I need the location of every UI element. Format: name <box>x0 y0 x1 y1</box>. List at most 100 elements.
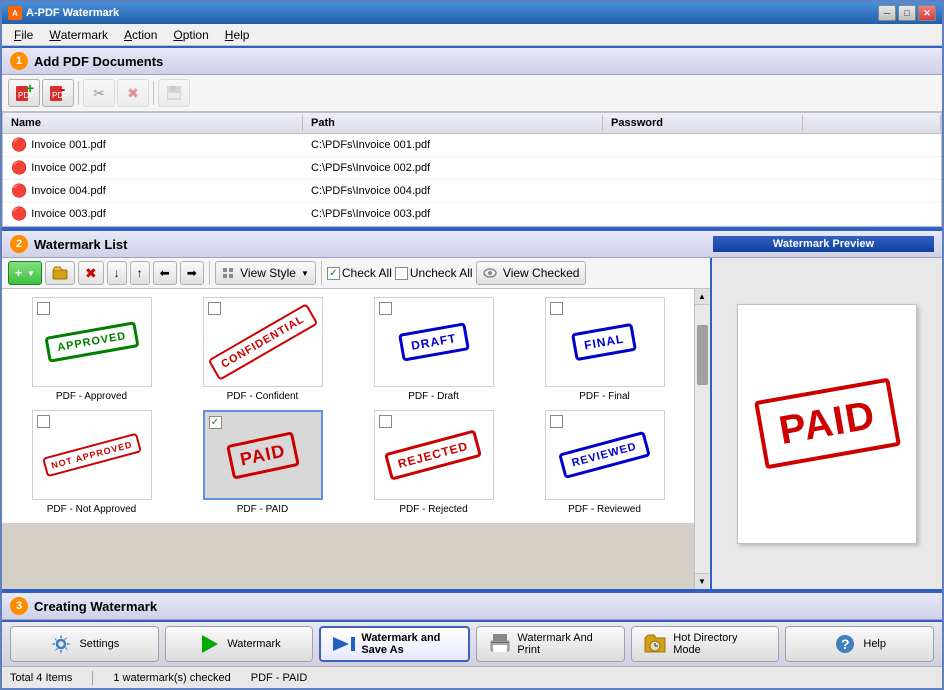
close-button[interactable]: ✕ <box>918 5 936 21</box>
scroll-thumb[interactable] <box>697 325 708 385</box>
watermark-paid-preview[interactable]: PAID <box>203 410 323 500</box>
status-selected-info: PDF - PAID <box>251 672 308 684</box>
list-item[interactable]: Confidential PDF - Confident <box>181 297 344 402</box>
watermark-print-label: Watermark And Print <box>517 632 611 656</box>
watermark-save-as-button[interactable]: Watermark and Save As <box>319 626 470 662</box>
wm-checkbox-draft[interactable] <box>379 302 392 315</box>
watermark-button[interactable]: Watermark <box>165 626 314 662</box>
section2-title: Watermark List <box>34 237 127 252</box>
col-password: Password <box>603 115 803 131</box>
minimize-button[interactable]: ─ <box>878 5 896 21</box>
table-row[interactable]: 🔴Invoice 001.pdf C:\PDFs\Invoice 001.pdf <box>3 134 941 157</box>
move-down-button[interactable]: ↓ <box>107 261 127 285</box>
wm-checkbox-reviewed[interactable] <box>550 415 563 428</box>
hot-directory-label: Hot Directory Mode <box>673 632 766 656</box>
table-row[interactable]: 🔴Invoice 002.pdf C:\PDFs\Invoice 002.pdf <box>3 157 941 180</box>
list-item[interactable]: Reviewed PDF - Reviewed <box>523 410 686 515</box>
watermark-rejected-preview[interactable]: Rejected <box>374 410 494 500</box>
settings-button[interactable]: Settings <box>10 626 159 662</box>
menu-bar: File Watermark Action Option Help <box>2 24 942 46</box>
view-style-button[interactable]: View Style <box>215 261 316 285</box>
uncheck-all-container: Uncheck All <box>395 266 473 280</box>
save-arrow-icon <box>333 632 355 656</box>
check-all-checkbox[interactable] <box>327 267 340 280</box>
file-pass-1 <box>603 135 803 155</box>
watermark-reviewed-preview[interactable]: Reviewed <box>545 410 665 500</box>
list-item[interactable]: Approved PDF - Approved <box>10 297 173 402</box>
list-item[interactable]: Final PDF - Final <box>523 297 686 402</box>
watermark-toolbar: + ✖ ↓ ↑ ⬅ ➡ View Style <box>2 258 710 289</box>
window-title: A-PDF Watermark <box>26 7 119 19</box>
wm-checkbox-rejected[interactable] <box>379 415 392 428</box>
table-row[interactable]: 🔴Invoice 004.pdf C:\PDFs\Invoice 004.pdf <box>3 180 941 203</box>
uncheck-all-checkbox[interactable] <box>395 267 408 280</box>
section3-title: Creating Watermark <box>34 599 157 614</box>
wm-checkbox-paid[interactable] <box>209 416 222 429</box>
watermark-scroll-area: Approved PDF - Approved Confidential <box>2 289 710 589</box>
confidential-stamp: Confidential <box>207 303 318 381</box>
file-path-1: C:\PDFs\Invoice 001.pdf <box>303 135 603 155</box>
list-item[interactable]: NOT APPROVED PDF - Not Approved <box>10 410 173 515</box>
scroll-up-button[interactable]: ▲ <box>695 289 709 305</box>
section3-number: 3 <box>10 597 28 615</box>
scroll-down-button[interactable]: ▼ <box>695 573 709 589</box>
delete-watermark-button[interactable]: ✖ <box>78 261 104 285</box>
wm-sep-2 <box>321 261 322 285</box>
col-name: Name <box>3 115 303 131</box>
add-pdf-button[interactable]: PDF+ <box>8 79 40 107</box>
watermark-approved-preview[interactable]: Approved <box>32 297 152 387</box>
view-checked-button[interactable]: View Checked <box>476 261 587 285</box>
menu-help[interactable]: Help <box>217 24 258 45</box>
wm-checkbox-notapproved[interactable] <box>37 415 50 428</box>
section1-title: Add PDF Documents <box>34 54 163 69</box>
list-item[interactable]: Rejected PDF - Rejected <box>352 410 515 515</box>
table-row[interactable]: 🔴Invoice 003.pdf C:\PDFs\Invoice 003.pdf <box>3 203 941 226</box>
scrollbar[interactable]: ▲ ▼ <box>694 289 710 589</box>
wm-sep-1 <box>209 261 210 285</box>
wm-checkbox-approved[interactable] <box>37 302 50 315</box>
notapproved-label: PDF - Not Approved <box>47 504 136 515</box>
add-watermark-button[interactable]: + <box>8 261 42 285</box>
file-pass-2 <box>603 158 803 178</box>
open-watermark-button[interactable] <box>45 261 75 285</box>
file-name-4: 🔴Invoice 003.pdf <box>3 204 303 224</box>
check-all-label[interactable]: Check All <box>342 266 392 280</box>
watermark-final-preview[interactable]: Final <box>545 297 665 387</box>
section1-header: 1 Add PDF Documents <box>2 46 942 75</box>
watermark-confidential-preview[interactable]: Confidential <box>203 297 323 387</box>
help-button[interactable]: ? Help <box>785 626 934 662</box>
col-extra <box>803 115 941 131</box>
wm-checkbox-final[interactable] <box>550 302 563 315</box>
status-separator-1 <box>92 671 93 685</box>
file-path-2: C:\PDFs\Invoice 002.pdf <box>303 158 603 178</box>
export-button[interactable]: ➡ <box>180 261 204 285</box>
uncheck-all-label[interactable]: Uncheck All <box>410 266 473 280</box>
menu-action[interactable]: Action <box>116 24 165 45</box>
remove-pdf-button[interactable]: PDF- <box>42 79 74 107</box>
watermark-print-button[interactable]: Watermark And Print <box>476 626 625 662</box>
menu-file[interactable]: File <box>6 24 41 45</box>
list-item[interactable]: Draft PDF - Draft <box>352 297 515 402</box>
delete-button: ✖ <box>117 79 149 107</box>
gear-icon <box>49 632 73 656</box>
file-pass-4 <box>603 204 803 224</box>
title-controls: ─ □ ✕ <box>878 5 936 21</box>
title-bar: A A-PDF Watermark ─ □ ✕ <box>2 2 942 24</box>
preview-canvas: PAID <box>737 304 917 544</box>
watermark-notapproved-preview[interactable]: NOT APPROVED <box>32 410 152 500</box>
import-button[interactable]: ⬅ <box>153 261 177 285</box>
menu-watermark[interactable]: Watermark <box>41 24 116 45</box>
move-up-button[interactable]: ↑ <box>130 261 150 285</box>
menu-option[interactable]: Option <box>165 24 216 45</box>
section3: 3 Creating Watermark Settings Watermark <box>2 591 942 666</box>
draft-label: PDF - Draft <box>408 391 459 402</box>
notapproved-stamp: NOT APPROVED <box>42 433 142 478</box>
paid-label: PDF - PAID <box>237 504 288 515</box>
watermark-draft-preview[interactable]: Draft <box>374 297 494 387</box>
maximize-button[interactable]: □ <box>898 5 916 21</box>
hot-directory-button[interactable]: Hot Directory Mode <box>631 626 780 662</box>
pdf-icon-3: 🔴 <box>11 183 27 199</box>
list-item[interactable]: PAID PDF - PAID <box>181 410 344 515</box>
wm-checkbox-confidential[interactable] <box>208 302 221 315</box>
status-bar: Total 4 Items 1 watermark(s) checked PDF… <box>2 666 942 688</box>
